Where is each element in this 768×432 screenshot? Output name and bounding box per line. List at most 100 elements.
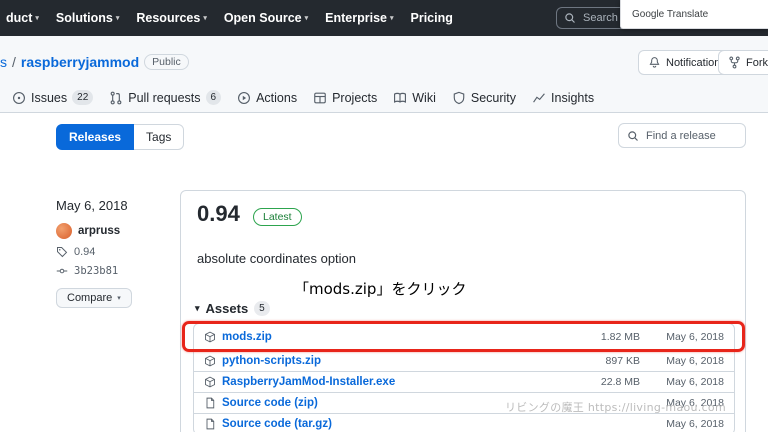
nav-item-pricing[interactable]: Pricing bbox=[411, 11, 453, 25]
nav-label: duct bbox=[6, 11, 33, 25]
notifications-label: Notifications bbox=[666, 56, 726, 69]
chevron-down-icon: ▾ bbox=[304, 15, 309, 22]
commit-icon bbox=[56, 265, 68, 277]
top-nav-menu: duct ▾ Solutions ▾ Resources ▾ Open Source ▾… bbox=[0, 11, 453, 25]
search-icon bbox=[627, 130, 639, 142]
asset-link-source-targz[interactable]: Source code (tar.gz) bbox=[222, 418, 520, 430]
google-translate-label: Google Translate bbox=[632, 8, 709, 20]
commit-sha-link[interactable]: 3b23b81 bbox=[74, 265, 118, 277]
tab-label: Actions bbox=[256, 90, 298, 105]
asset-date: May 6, 2018 bbox=[666, 418, 724, 430]
breadcrumb: s / raspberryjammod Public bbox=[0, 54, 189, 70]
find-release-box[interactable] bbox=[618, 123, 746, 148]
chevron-down-icon: ▾ bbox=[35, 15, 39, 22]
file-zip-icon bbox=[204, 397, 216, 409]
release-description: absolute coordinates option bbox=[197, 251, 357, 266]
asset-size: 22.8 MB bbox=[600, 376, 640, 388]
releases-tags-switch: Releases Tags bbox=[56, 124, 185, 150]
asset-row: python-scripts.zip 897 KB May 6, 2018 bbox=[194, 350, 734, 371]
repo-header: s / raspberryjammod Public Notifications… bbox=[0, 36, 768, 113]
tab-label: Pull requests bbox=[128, 90, 201, 105]
shield-icon bbox=[452, 91, 466, 105]
releases-tab[interactable]: Releases bbox=[56, 124, 135, 150]
triangle-down-icon: ▾ bbox=[195, 303, 200, 313]
asset-date: May 6, 2018 bbox=[666, 331, 724, 343]
compare-button[interactable]: Compare ▾ bbox=[56, 288, 132, 308]
assets-count-badge: 5 bbox=[254, 301, 270, 316]
assets-heading-label: Assets bbox=[205, 301, 249, 316]
table-icon bbox=[313, 91, 327, 105]
tag-icon bbox=[56, 246, 68, 258]
asset-date: May 6, 2018 bbox=[666, 376, 724, 388]
nav-item-solutions[interactable]: Solutions ▾ bbox=[56, 11, 119, 25]
asset-link-python-scripts-zip[interactable]: python-scripts.zip bbox=[222, 355, 520, 367]
asset-size: 1.82 MB bbox=[600, 331, 640, 343]
nav-label: Enterprise bbox=[325, 11, 387, 25]
tab-security[interactable]: Security bbox=[444, 85, 524, 111]
fork-button[interactable]: Fork 94 bbox=[718, 50, 768, 75]
play-icon bbox=[237, 91, 251, 105]
release-card: 0.94 Latest absolute coordinates option … bbox=[180, 190, 746, 432]
asset-row: mods.zip 1.82 MB May 6, 2018 bbox=[194, 324, 734, 350]
package-icon bbox=[204, 355, 216, 367]
nav-item-enterprise[interactable]: Enterprise ▾ bbox=[325, 11, 393, 25]
tags-tab[interactable]: Tags bbox=[134, 124, 185, 150]
find-release-input[interactable] bbox=[644, 128, 737, 143]
visibility-badge: Public bbox=[144, 54, 189, 70]
asset-link-mods-zip[interactable]: mods.zip bbox=[222, 331, 520, 343]
avatar[interactable] bbox=[56, 223, 72, 239]
nav-item-open-source[interactable]: Open Source ▾ bbox=[224, 11, 308, 25]
issue-opened-icon bbox=[12, 91, 26, 105]
chevron-down-icon: ▾ bbox=[389, 15, 394, 22]
release-tag-link[interactable]: 0.94 bbox=[74, 246, 95, 258]
breadcrumb-separator: / bbox=[12, 54, 16, 70]
repo-fork-icon bbox=[728, 56, 741, 69]
nav-item-product[interactable]: duct ▾ bbox=[6, 11, 39, 25]
issues-count-badge: 22 bbox=[72, 90, 94, 105]
pull-requests-count-badge: 6 bbox=[205, 90, 222, 105]
tab-pull-requests[interactable]: Pull requests 6 bbox=[101, 84, 229, 111]
tab-insights[interactable]: Insights bbox=[524, 85, 602, 111]
tab-label: Wiki bbox=[412, 90, 436, 105]
asset-row: Source code (tar.gz) May 6, 2018 bbox=[194, 413, 734, 432]
asset-date: May 6, 2018 bbox=[666, 355, 724, 367]
assets-header[interactable]: ▾ Assets 5 bbox=[195, 301, 270, 316]
repo-owner-link[interactable]: s bbox=[0, 54, 7, 70]
nav-label: Pricing bbox=[410, 11, 453, 25]
release-title[interactable]: 0.94 bbox=[197, 201, 240, 227]
search-icon bbox=[564, 12, 576, 24]
watermark: リビングの魔王 https://living-maou.com bbox=[505, 401, 726, 414]
tab-label: Insights bbox=[551, 90, 595, 105]
author-link[interactable]: arpruss bbox=[78, 225, 120, 237]
fork-label: Fork bbox=[746, 56, 768, 69]
nav-label: Solutions bbox=[55, 11, 113, 25]
git-pull-request-icon bbox=[109, 91, 123, 105]
chevron-down-icon: ▾ bbox=[117, 295, 121, 302]
tab-actions[interactable]: Actions bbox=[229, 85, 305, 111]
tab-label: Projects bbox=[332, 90, 378, 105]
asset-link-installer-exe[interactable]: RaspberryJamMod-Installer.exe bbox=[222, 376, 520, 388]
release-meta-sidebar: May 6, 2018 arpruss 0.94 3b23b81 Compare… bbox=[56, 198, 176, 308]
repo-name-link[interactable]: raspberryjammod bbox=[21, 54, 139, 70]
compare-label: Compare bbox=[67, 292, 113, 304]
chevron-down-icon: ▾ bbox=[203, 15, 207, 22]
book-icon bbox=[393, 91, 407, 105]
assets-list: mods.zip 1.82 MB May 6, 2018 python-scri… bbox=[193, 323, 735, 432]
tab-issues[interactable]: Issues 22 bbox=[4, 84, 101, 111]
file-zip-icon bbox=[204, 418, 216, 430]
google-translate-popup[interactable]: Google Translate bbox=[620, 0, 768, 29]
tab-projects[interactable]: Projects bbox=[305, 85, 385, 111]
github-releases-page: duct ▾ Solutions ▾ Resources ▾ Open Source ▾… bbox=[0, 0, 768, 432]
chevron-down-icon: ▾ bbox=[115, 15, 120, 22]
asset-size: 897 KB bbox=[605, 355, 640, 367]
package-icon bbox=[204, 331, 216, 343]
latest-badge: Latest bbox=[253, 208, 302, 226]
graph-icon bbox=[532, 91, 546, 105]
tab-wiki[interactable]: Wiki bbox=[385, 85, 444, 111]
nav-label: Open Source bbox=[223, 11, 302, 25]
click-instruction-annotation: 「mods.zip」をクリック bbox=[294, 280, 467, 298]
asset-link-source-zip[interactable]: Source code (zip) bbox=[222, 397, 520, 409]
asset-row: RaspberryJamMod-Installer.exe 22.8 MB Ma… bbox=[194, 371, 734, 392]
nav-label: Resources bbox=[136, 11, 201, 25]
nav-item-resources[interactable]: Resources ▾ bbox=[136, 11, 206, 25]
